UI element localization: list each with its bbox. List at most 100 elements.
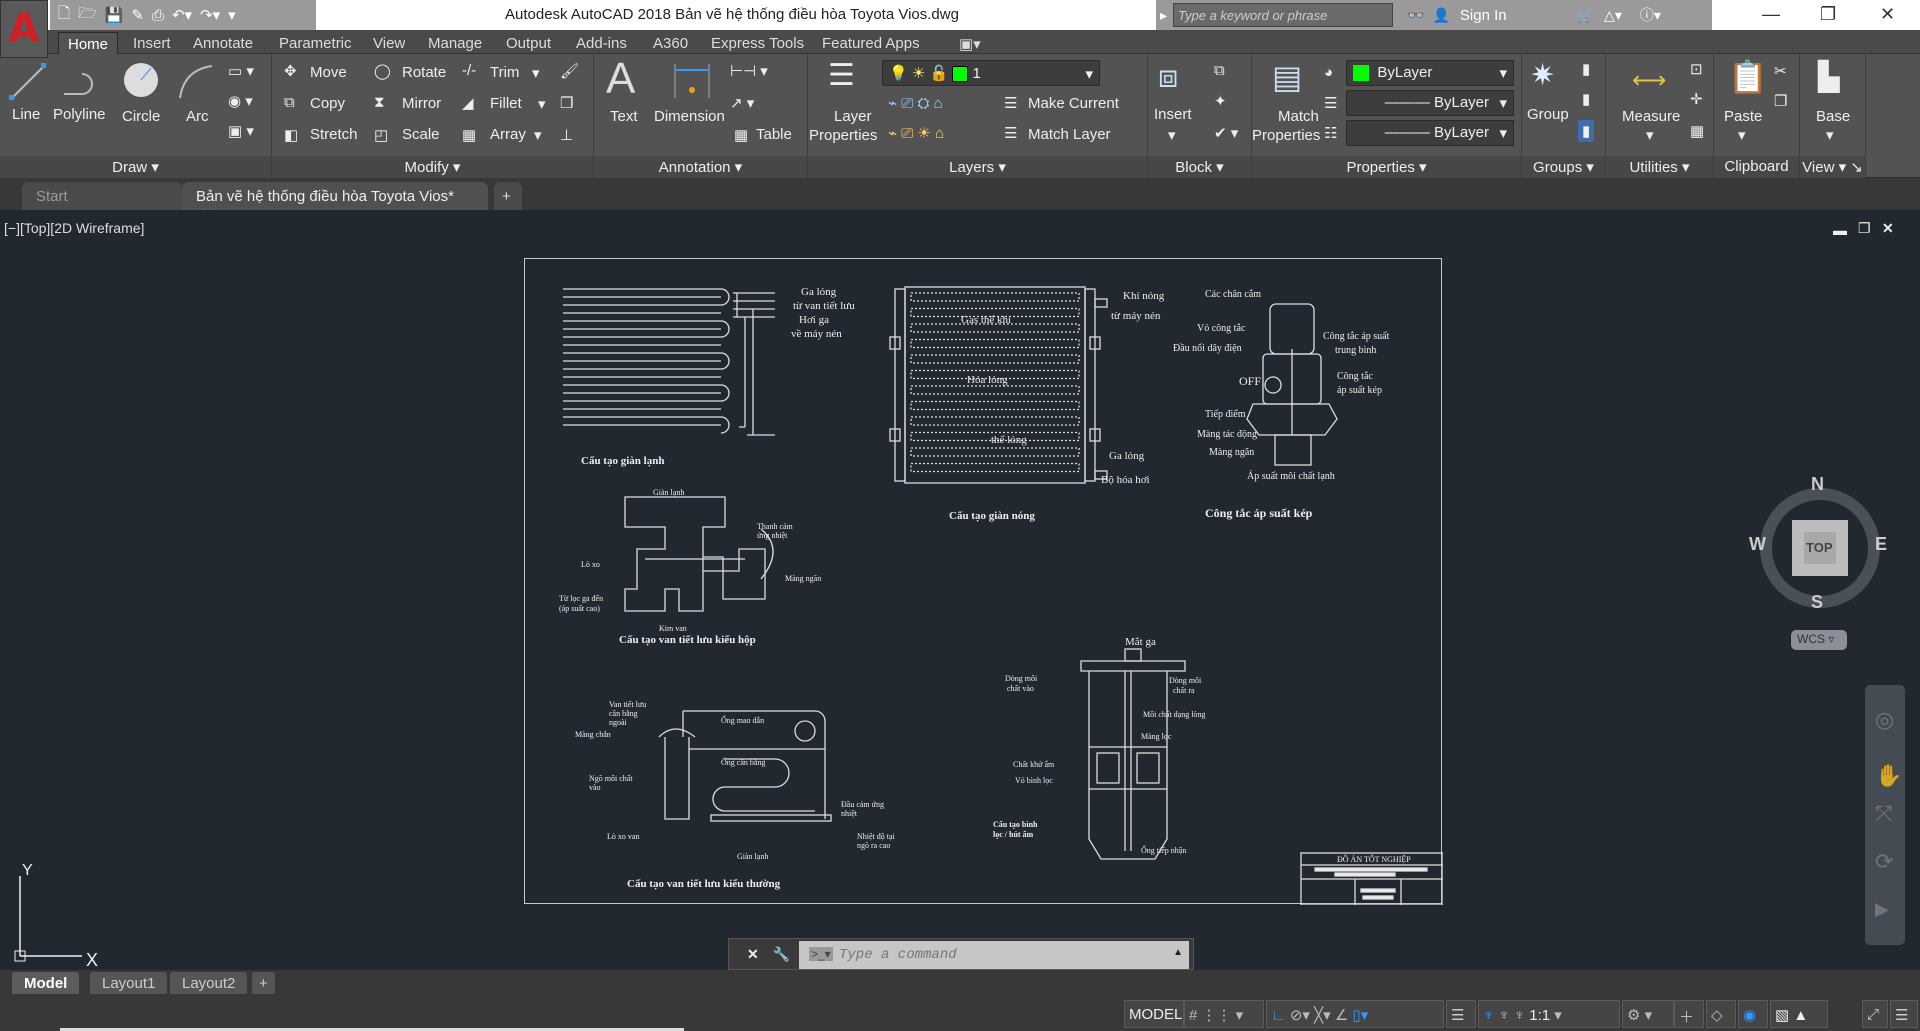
- create-block-icon[interactable]: ⧉: [1214, 62, 1225, 79]
- rectangle-icon[interactable]: ▭ ▾: [228, 62, 254, 80]
- pan-icon[interactable]: ✋: [1875, 763, 1902, 789]
- copy-clip-icon[interactable]: ❐: [1774, 92, 1787, 110]
- restore-icon[interactable]: ❐: [1820, 4, 1836, 25]
- base-dropdown-icon[interactable]: ▾: [1826, 126, 1834, 144]
- circle-button[interactable]: Circle: [122, 108, 160, 125]
- group-edit-icon[interactable]: ▮: [1582, 90, 1590, 108]
- hatch-icon[interactable]: ◉ ▾: [228, 92, 253, 110]
- compass-east[interactable]: E: [1875, 534, 1887, 555]
- text-button[interactable]: Text: [610, 108, 638, 125]
- ribbon-toggle-icon[interactable]: ▣▾: [950, 32, 990, 54]
- properties-panel-label[interactable]: Properties ▾: [1252, 156, 1521, 178]
- layer-dropdown[interactable]: 💡 ☀ 🔓 1 ▾: [882, 60, 1100, 86]
- tab-layout2[interactable]: Layout2: [170, 972, 248, 994]
- erase-icon[interactable]: 🖌: [560, 62, 579, 80]
- cut-icon[interactable]: ✂: [1774, 62, 1787, 80]
- layer-tools-row2-icons[interactable]: ⌁ ⎚ ☀ ⌂: [888, 124, 944, 142]
- annotation-panel-label[interactable]: Annotation ▾: [594, 156, 807, 178]
- copy-button[interactable]: Copy: [310, 95, 345, 112]
- tab-drawing[interactable]: Bản vẽ hệ thống điều hòa Toyota Vios* ✕: [182, 182, 488, 223]
- binoculars-icon[interactable]: 👓: [1407, 7, 1424, 24]
- autodesk-exchange-icon[interactable]: △▾: [1604, 7, 1622, 24]
- object-snap-tracking-icon[interactable]: ▯▾: [1353, 1007, 1369, 1024]
- groups-panel-label[interactable]: Groups ▾: [1522, 156, 1605, 178]
- workspace-icon[interactable]: ⚙ ▾: [1622, 1000, 1674, 1028]
- tab-model[interactable]: Model: [12, 972, 80, 994]
- minimize-icon[interactable]: —: [1762, 4, 1780, 25]
- customize-command-icon[interactable]: 🔧: [773, 946, 790, 963]
- paste-button[interactable]: Paste: [1724, 108, 1762, 125]
- layer-properties-label-2[interactable]: Properties: [809, 127, 877, 144]
- clipboard-panel-label[interactable]: Clipboard: [1714, 156, 1799, 178]
- trim-dropdown-icon[interactable]: ▾: [532, 64, 540, 82]
- circle-icon[interactable]: [121, 60, 161, 100]
- expand-icon[interactable]: ▸: [1160, 7, 1167, 24]
- tab-add-ins[interactable]: Add-ins: [567, 32, 636, 54]
- rotate-button[interactable]: Rotate: [402, 64, 446, 81]
- zoom-extents-icon[interactable]: ⤧: [1875, 801, 1893, 827]
- osnap-icon[interactable]: ∠: [1335, 1007, 1348, 1024]
- open-icon[interactable]: 🗁: [78, 3, 97, 28]
- viewcube[interactable]: N S E W TOP WCS ▿: [1749, 474, 1887, 650]
- isolate-icon[interactable]: ◇: [1706, 1000, 1736, 1028]
- table-button[interactable]: Table: [756, 126, 792, 143]
- wcs-dropdown[interactable]: WCS ▿: [1791, 630, 1847, 650]
- arc-button[interactable]: Arc: [186, 108, 209, 125]
- color-dropdown[interactable]: ByLayer ▾: [1346, 60, 1514, 86]
- tab-parametric[interactable]: Parametric: [270, 32, 361, 54]
- linetype-dropdown[interactable]: ——— ByLayer ▾: [1346, 120, 1514, 146]
- autoscale-icon[interactable]: ♆: [1498, 1007, 1509, 1024]
- save-as-icon[interactable]: ✎: [131, 6, 144, 24]
- annotation-visibility-icon[interactable]: ♆: [1483, 1007, 1494, 1024]
- orbit-icon[interactable]: ⟳: [1875, 849, 1893, 875]
- insert-dropdown-icon[interactable]: ▾: [1168, 126, 1176, 144]
- match-layer-button[interactable]: Match Layer: [1028, 126, 1111, 143]
- leader-icon[interactable]: ↗ ▾: [730, 94, 754, 112]
- group-button[interactable]: Group: [1527, 106, 1569, 123]
- tab-express-tools[interactable]: Express Tools: [702, 32, 813, 54]
- dimension-button[interactable]: Dimension: [654, 108, 725, 125]
- fullscreen-icon[interactable]: ⤢: [1862, 1000, 1888, 1028]
- insert-button[interactable]: Insert: [1154, 106, 1192, 123]
- close-command-icon[interactable]: ✕: [747, 946, 759, 963]
- scale-button[interactable]: Scale: [402, 126, 440, 143]
- plus-icon[interactable]: ＋: [1674, 1000, 1704, 1028]
- base-button[interactable]: Base: [1816, 108, 1850, 125]
- showmotion-icon[interactable]: ▶: [1875, 899, 1889, 920]
- drawing-canvas[interactable]: [−][Top][2D Wireframe] ▬ ❐ ✕ Ga lỏng từ …: [0, 210, 1920, 970]
- line-icon[interactable]: [8, 62, 48, 102]
- ungroup-icon[interactable]: ▮: [1582, 60, 1590, 78]
- isodraft-icon[interactable]: ╳▾: [1314, 1007, 1331, 1024]
- command-input[interactable]: Type a command: [799, 941, 1189, 969]
- units-icon[interactable]: ▧: [1775, 1007, 1789, 1024]
- redo-icon[interactable]: ↷▾: [200, 6, 220, 24]
- tab-insert[interactable]: Insert: [124, 32, 180, 54]
- move-button[interactable]: Move: [310, 64, 347, 81]
- calculator-icon[interactable]: ▦: [1690, 122, 1704, 140]
- tab-home[interactable]: Home: [58, 32, 119, 54]
- layer-tools-row1-icons[interactable]: ⌁ ⎚ ⛭ ⌂: [888, 94, 943, 112]
- command-prompt-icon[interactable]: >_▾: [809, 947, 833, 961]
- quick-properties-icon[interactable]: ▲: [1793, 1007, 1808, 1024]
- customize-icon[interactable]: ▾: [228, 6, 236, 24]
- draw-panel-label[interactable]: Draw ▾: [0, 156, 271, 178]
- new-tab-button[interactable]: +: [494, 182, 522, 210]
- point-icon[interactable]: ✛: [1690, 90, 1703, 108]
- viewport-restore-icon[interactable]: ❐: [1858, 220, 1871, 237]
- measure-dropdown-icon[interactable]: ▾: [1646, 126, 1654, 144]
- tab-manage[interactable]: Manage: [419, 32, 491, 54]
- close-icon[interactable]: ✕: [1880, 4, 1895, 25]
- mirror-button[interactable]: Mirror: [402, 95, 441, 112]
- tab-a360[interactable]: A360: [644, 32, 697, 54]
- utilities-panel-label[interactable]: Utilities ▾: [1606, 156, 1713, 178]
- arc-icon[interactable]: [176, 62, 216, 102]
- new-icon[interactable]: 🗋: [58, 3, 70, 28]
- tab-layout1[interactable]: Layout1: [90, 972, 168, 994]
- save-icon[interactable]: 💾: [105, 6, 124, 24]
- match-properties-label-2[interactable]: Properties: [1252, 127, 1320, 144]
- viewport-minimize-icon[interactable]: ▬: [1833, 222, 1847, 238]
- make-current-button[interactable]: Make Current: [1028, 95, 1119, 112]
- snap-icon[interactable]: ⋮⋮: [1202, 1007, 1232, 1024]
- layer-on-icon[interactable]: 💡: [889, 65, 908, 82]
- lineweight-icon[interactable]: ☰: [1446, 1000, 1476, 1028]
